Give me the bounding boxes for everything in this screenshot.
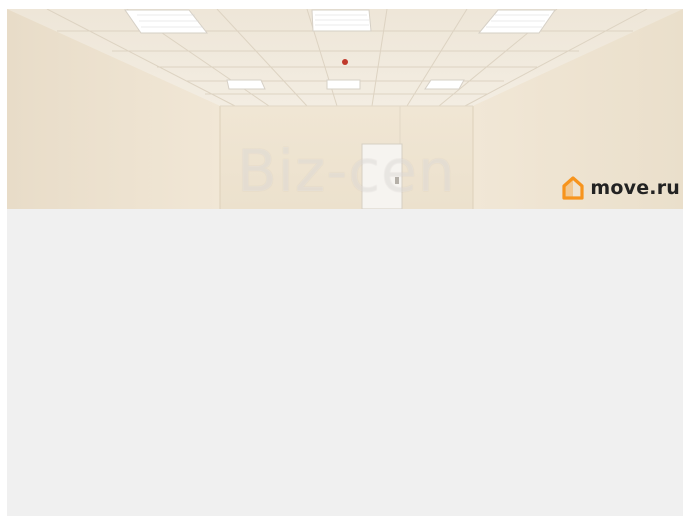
smoke-detector [342,59,348,65]
empty-content-area [7,209,683,516]
logo-text: move.ru [590,177,680,199]
move-ru-logo: move.ru [562,176,680,200]
watermark-text: Biz-cen [237,137,456,205]
listing-image-frame: Biz-cen move.ru [7,9,683,516]
room-photo[interactable]: Biz-cen move.ru [7,9,683,209]
house-icon [562,176,584,200]
